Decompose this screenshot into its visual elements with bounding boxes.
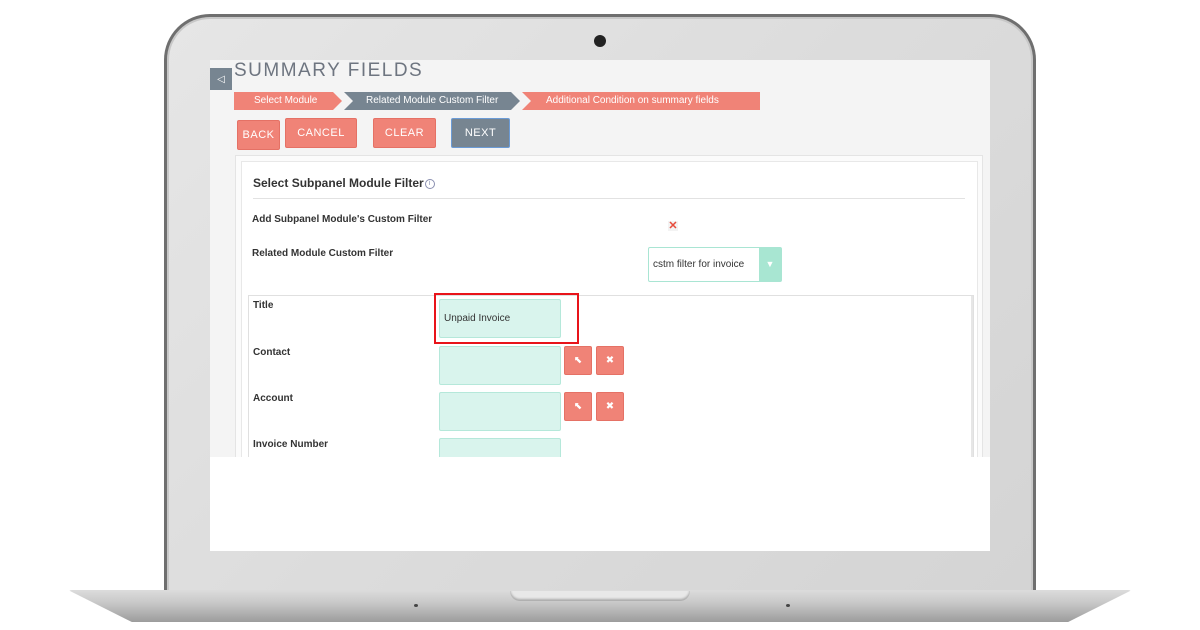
laptop-screen: ◁ SUMMARY FIELDS Select Module Related M… [210,60,990,551]
contact-select-button[interactable]: ⬉ [564,346,592,375]
chevron-down-icon[interactable]: ▼ [759,248,781,281]
camera-icon [594,35,606,47]
section-title: Select Subpanel Module Filter i [253,176,435,190]
related-filter-select[interactable]: cstm filter for invoice ▼ [648,247,782,282]
clear-button[interactable]: CLEAR [373,118,436,148]
step-related-module-filter[interactable]: Related Module Custom Filter [344,92,520,110]
filter-panel: Select Subpanel Module Filter i Add Subpa… [235,155,983,457]
section-title-text: Select Subpanel Module Filter [253,176,424,190]
info-icon[interactable]: i [424,178,435,189]
page-title: SUMMARY FIELDS [234,60,424,81]
related-filter-value: cstm filter for invoice [653,259,745,270]
scrollbar[interactable] [971,296,973,457]
step-select-module[interactable]: Select Module [234,92,342,110]
close-icon: ✖ [605,355,615,366]
contact-clear-button[interactable]: ✖ [596,346,624,375]
app-window: ◁ SUMMARY FIELDS Select Module Related M… [210,60,990,457]
account-input[interactable] [439,392,561,431]
wizard-steps: Select Module Related Module Custom Filt… [234,92,762,110]
divider [253,198,965,199]
cursor-arrow-icon: ⬉ [573,355,583,366]
invoice-number-input[interactable] [439,438,561,457]
account-label: Account [253,393,293,404]
contact-label: Contact [253,347,291,358]
step-additional-condition[interactable]: Additional Condition on summary fields r… [522,92,760,110]
title-input[interactable]: Unpaid Invoice [439,299,561,338]
invoice-number-label: Invoice Number [253,439,329,450]
cancel-button[interactable]: CANCEL [285,118,357,148]
next-button[interactable]: NEXT [451,118,510,148]
laptop-foot [414,604,418,607]
cursor-arrow-icon: ⬉ [573,401,583,412]
account-select-button[interactable]: ⬉ [564,392,592,421]
add-filter-checkbox[interactable]: ✕ [668,221,678,232]
title-label: Title [253,300,274,311]
filter-panel-body: Select Subpanel Module Filter i Add Subpa… [241,161,978,457]
related-filter-label: Related Module Custom Filter [252,248,394,259]
laptop-foot [786,604,790,607]
sidebar-toggle-icon[interactable]: ◁ [210,68,232,90]
account-clear-button[interactable]: ✖ [596,392,624,421]
laptop-notch [510,591,690,601]
back-button[interactable]: BACK [237,120,280,150]
add-filter-label: Add Subpanel Module's Custom Filter [252,214,433,225]
filter-fields: Title Unpaid Invoice Contact ⬉ ✖ Account… [248,293,974,457]
close-icon: ✖ [605,401,615,412]
contact-input[interactable] [439,346,561,385]
